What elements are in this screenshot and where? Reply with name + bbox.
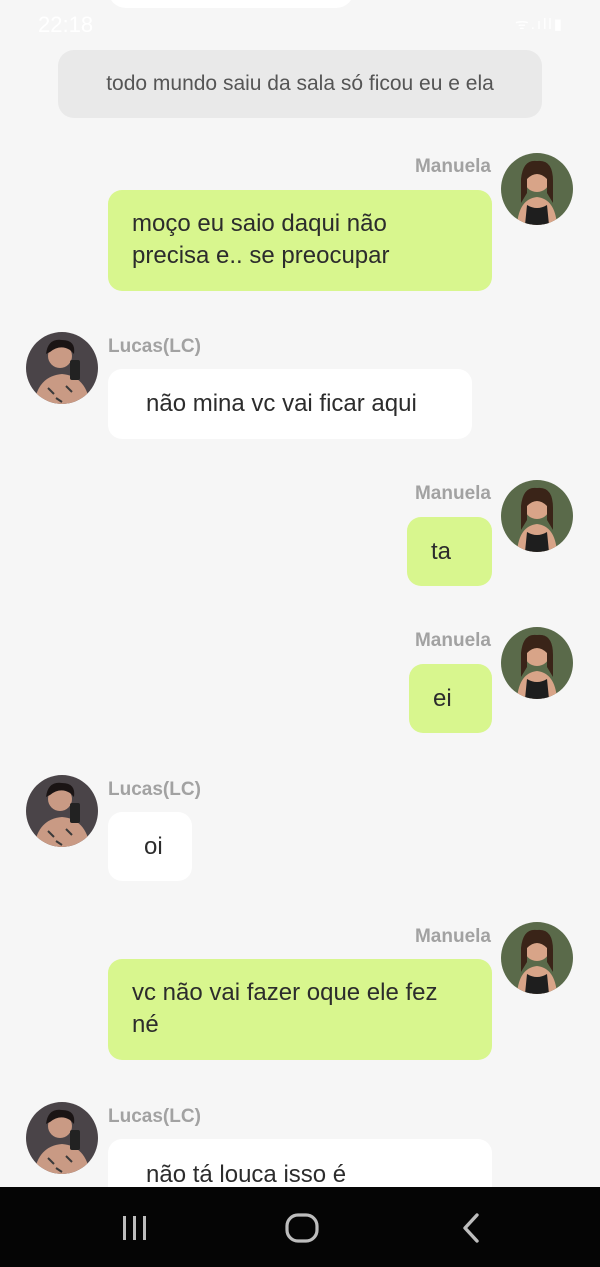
status-time: 22:18	[38, 12, 94, 37]
message-bubble-received[interactable]: oi	[108, 812, 192, 881]
avatar-lucas[interactable]	[26, 775, 98, 847]
avatar-manuela[interactable]	[501, 480, 573, 552]
sender-name: Manuela	[414, 483, 491, 504]
message-bubble-sent[interactable]: ta	[407, 517, 492, 586]
sender-name: Manuela	[414, 630, 491, 651]
wifi-icon: ᯤ	[515, 16, 531, 33]
avatar-manuela[interactable]	[501, 922, 573, 994]
home-icon[interactable]	[283, 1211, 321, 1245]
signal-icon: .ıll	[530, 16, 554, 33]
sender-name: Lucas(LC)	[108, 779, 201, 800]
sender-name: Lucas(LC)	[108, 1106, 201, 1127]
sender-name: Manuela	[414, 156, 491, 177]
avatar-manuela[interactable]	[501, 627, 573, 699]
back-icon[interactable]	[456, 1211, 486, 1245]
narration-bubble: todo mundo saiu da sala só ficou eu e el…	[58, 50, 542, 118]
partial-message-bubble	[108, 0, 354, 8]
recents-icon[interactable]	[118, 1211, 152, 1245]
message-bubble-received[interactable]: não mina vc vai ficar aqui	[108, 369, 472, 439]
sender-name: Manuela	[414, 926, 491, 947]
status-icons: ᯤ.ıll▮	[515, 14, 564, 34]
sender-name: Lucas(LC)	[108, 336, 201, 357]
message-bubble-sent[interactable]: ei	[409, 664, 492, 733]
message-bubble-sent[interactable]: vc não vai fazer oque ele fez né	[108, 959, 492, 1060]
avatar-lucas[interactable]	[26, 1102, 98, 1174]
avatar-manuela[interactable]	[501, 153, 573, 225]
avatar-lucas[interactable]	[26, 332, 98, 404]
navigation-bar	[0, 1187, 600, 1267]
message-bubble-sent[interactable]: moço eu saio daqui não precisa e.. se pr…	[108, 190, 492, 291]
battery-icon: ▮	[553, 16, 564, 33]
